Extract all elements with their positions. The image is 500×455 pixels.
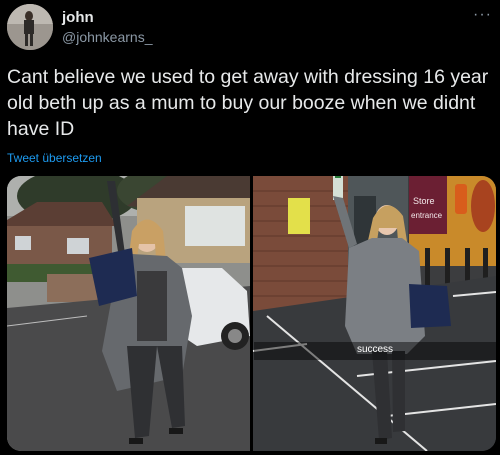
- ellipsis-icon[interactable]: ···: [473, 6, 492, 24]
- avatar[interactable]: [7, 4, 53, 50]
- author-name[interactable]: john: [62, 9, 94, 26]
- author-handle[interactable]: @johnkearns_: [62, 29, 153, 45]
- avatar-photo: [7, 4, 53, 50]
- tweet-media[interactable]: Store entrance success: [7, 176, 496, 451]
- tweet-text: Cant believe we used to get away with dr…: [7, 66, 489, 140]
- entrance-sign-text: entrance: [411, 211, 443, 220]
- snap-caption: success: [356, 344, 394, 355]
- snap-caption-bar: success: [254, 342, 496, 360]
- store-sign-text: Store: [413, 196, 435, 206]
- translate-link[interactable]: Tweet übersetzen: [7, 151, 102, 165]
- right-photo[interactable]: Store entrance: [252, 176, 496, 451]
- left-photo[interactable]: [7, 176, 250, 451]
